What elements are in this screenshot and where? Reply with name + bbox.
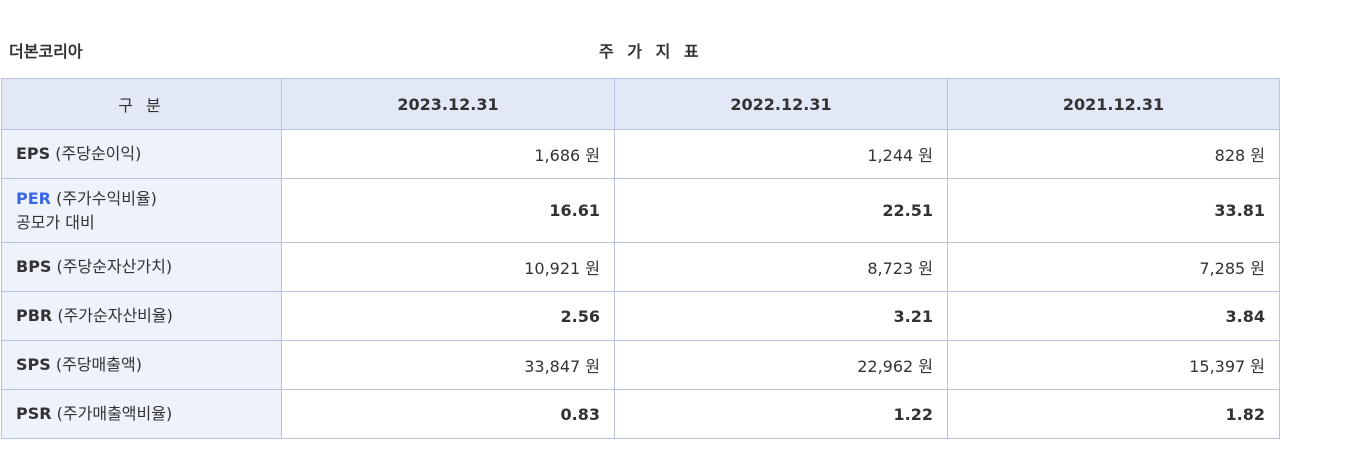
table-cell: 8,723 원 — [614, 242, 948, 292]
metric-desc: (주가수익비율) — [50, 188, 157, 208]
table-cell: 33,847 원 — [281, 340, 615, 390]
table-cell: 7,285 원 — [947, 242, 1280, 292]
metric-abbr: SPS — [16, 355, 51, 374]
table-cell: 1,244 원 — [614, 129, 948, 179]
table-cell: 0.83 — [281, 389, 615, 439]
table-row-psr: PSR (주가매출액비율) 0.83 1.22 1.82 — [1, 389, 1280, 439]
table-cell: 3.84 — [947, 291, 1280, 341]
table-cell: 1.22 — [614, 389, 948, 439]
column-header-category: 구 분 — [1, 78, 282, 130]
metric-abbr: PBR — [16, 306, 53, 325]
metric-desc: (주가매출액비율) — [51, 404, 173, 423]
table-cell: 10,921 원 — [281, 242, 615, 292]
table-cell: 22,962 원 — [614, 340, 948, 390]
row-label: BPS (주당순자산가치) — [1, 242, 282, 292]
table-cell: 828 원 — [947, 129, 1280, 179]
table-cell: 22.51 — [614, 178, 948, 243]
table-cell: 3.21 — [614, 291, 948, 341]
table-cell: 1,686 원 — [281, 129, 615, 179]
table-row-eps: EPS (주당순이익) 1,686 원 1,244 원 828 원 — [1, 129, 1280, 179]
table-cell: 33.81 — [947, 178, 1280, 243]
table-row-pbr: PBR (주가순자산비율) 2.56 3.21 3.84 — [1, 291, 1280, 341]
table-row-per: PER (주가수익비율) 공모가 대비 16.61 22.51 33.81 — [1, 178, 1280, 243]
metric-desc: (주당순이익) — [50, 144, 142, 163]
table-row-sps: SPS (주당매출액) 33,847 원 22,962 원 15,397 원 — [1, 340, 1280, 390]
table-title: 주 가 지 표 — [599, 42, 703, 61]
metric-desc: (주당순자산가치) — [51, 257, 173, 276]
table-header-row: 구 분 2023.12.31 2022.12.31 2021.12.31 — [1, 78, 1280, 130]
metric-desc: (주가순자산비율) — [52, 306, 173, 325]
table-cell: 15,397 원 — [947, 340, 1280, 390]
metric-abbr: PER — [16, 188, 51, 208]
metric-abbr: PSR — [16, 404, 52, 423]
column-header-period: 2023.12.31 — [281, 78, 615, 130]
column-header-period: 2021.12.31 — [947, 78, 1280, 130]
company-name: 더본코리아 — [9, 42, 83, 61]
table-cell: 16.61 — [281, 178, 615, 243]
metric-abbr: EPS — [16, 144, 51, 163]
column-header-period: 2022.12.31 — [614, 78, 948, 130]
row-label: PSR (주가매출액비율) — [1, 389, 282, 439]
metric-desc: (주당매출액) — [50, 355, 142, 374]
row-label: PER (주가수익비율) 공모가 대비 — [1, 178, 282, 243]
stock-metrics-table: 구 분 2023.12.31 2022.12.31 2021.12.31 EPS… — [1, 78, 1280, 439]
metric-abbr: BPS — [16, 257, 52, 276]
row-label: PBR (주가순자산비율) — [1, 291, 282, 341]
row-label: EPS (주당순이익) — [1, 129, 282, 179]
table-cell: 1.82 — [947, 389, 1280, 439]
table-cell: 2.56 — [281, 291, 615, 341]
metric-subtext: 공모가 대비 — [16, 212, 95, 232]
row-label: SPS (주당매출액) — [1, 340, 282, 390]
table-row-bps: BPS (주당순자산가치) 10,921 원 8,723 원 7,285 원 — [1, 242, 1280, 292]
